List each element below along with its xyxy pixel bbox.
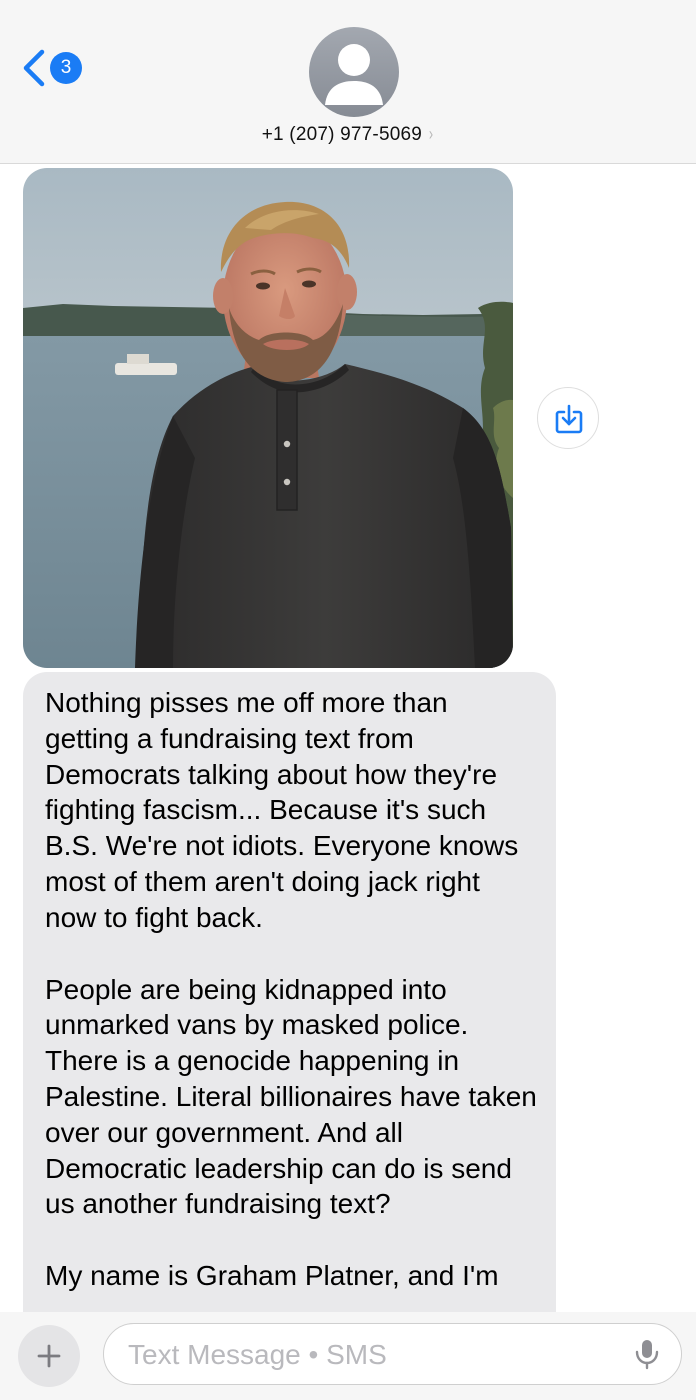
message-input-field[interactable]	[103, 1323, 682, 1385]
microphone-icon[interactable]	[634, 1338, 660, 1370]
message-paragraph: My name is Graham Platner, and I'm	[45, 1260, 499, 1292]
compose-bar	[0, 1312, 696, 1400]
chevron-left-icon	[23, 49, 45, 87]
save-to-photos-button[interactable]	[537, 387, 599, 449]
contact-avatar[interactable]	[309, 27, 399, 117]
person-silhouette-icon	[325, 44, 383, 105]
unread-count-badge: 3	[50, 52, 82, 84]
back-button[interactable]: 3	[20, 46, 90, 90]
message-paragraph: Nothing pisses me off more than getting …	[45, 687, 519, 933]
message-input[interactable]	[126, 1332, 600, 1378]
incoming-message-bubble[interactable]: Nothing pisses me off more than getting …	[23, 672, 556, 1372]
contact-name-button[interactable]: +1 (207) 977-5069 ›	[0, 124, 696, 146]
contact-number: +1 (207) 977-5069	[261, 124, 423, 145]
plus-icon	[37, 1344, 61, 1368]
chevron-right-icon: ›	[428, 124, 434, 144]
conversation-header: 3 +1 (207) 977-5069 ›	[0, 0, 696, 164]
photo-attachment[interactable]	[23, 168, 513, 668]
add-attachment-button[interactable]	[18, 1325, 80, 1387]
message-paragraph: People are being kidnapped into unmarked…	[45, 973, 537, 1220]
photo-image	[23, 168, 513, 668]
save-to-photos-icon	[555, 404, 583, 434]
